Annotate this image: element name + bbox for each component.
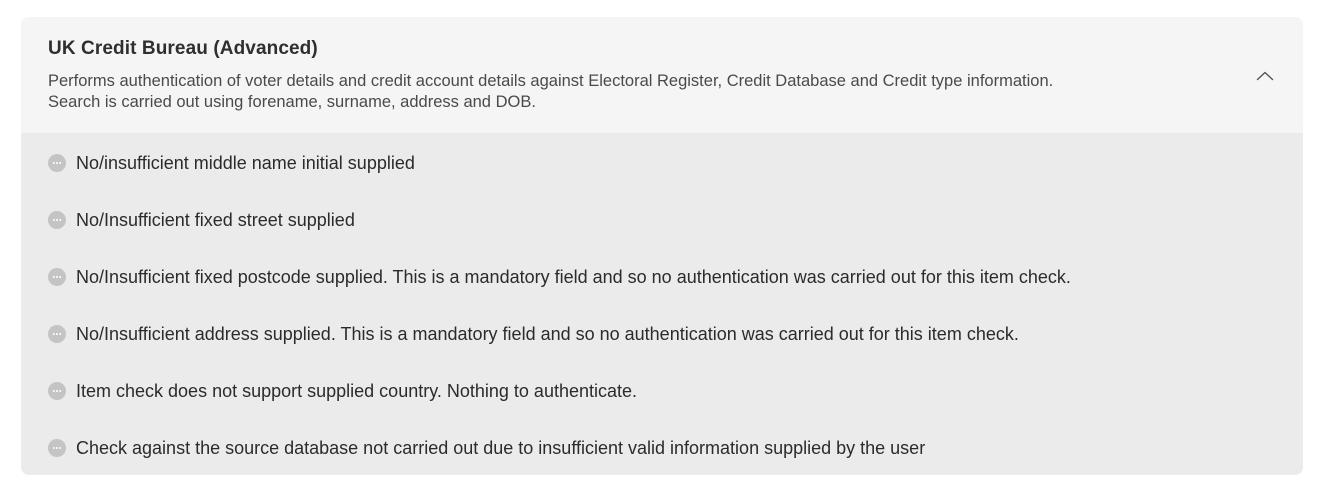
panel-description-line-1: Performs authentication of voter details… bbox=[48, 72, 1054, 90]
panel-description: Performs authentication of voter details… bbox=[48, 71, 1213, 113]
neutral-dots-icon bbox=[48, 381, 66, 400]
result-text: Item check does not support supplied cou… bbox=[76, 380, 638, 401]
result-item: Check against the source database not ca… bbox=[21, 419, 1303, 475]
neutral-dots-icon bbox=[48, 324, 66, 343]
result-text: No/Insufficient address supplied. This i… bbox=[76, 323, 1019, 344]
chevron-up-icon bbox=[1256, 71, 1274, 81]
credit-bureau-panel: UK Credit Bureau (Advanced) Performs aut… bbox=[21, 17, 1303, 475]
neutral-dots-icon bbox=[48, 210, 66, 229]
neutral-dots-icon bbox=[48, 438, 66, 457]
result-item: Item check does not support supplied cou… bbox=[21, 362, 1303, 419]
panel-title: UK Credit Bureau (Advanced) bbox=[48, 38, 318, 59]
collapse-toggle-button[interactable] bbox=[1253, 64, 1277, 88]
result-text: No/Insufficient fixed street supplied bbox=[76, 209, 355, 230]
panel-header[interactable]: UK Credit Bureau (Advanced) Performs aut… bbox=[21, 17, 1303, 133]
result-text: No/Insufficient fixed postcode supplied.… bbox=[76, 266, 1071, 287]
result-text: Check against the source database not ca… bbox=[76, 437, 926, 458]
result-item: No/Insufficient address supplied. This i… bbox=[21, 305, 1303, 362]
result-text: No/insufficient middle name initial supp… bbox=[76, 153, 415, 173]
result-item: No/Insufficient fixed postcode supplied.… bbox=[21, 248, 1303, 305]
neutral-dots-icon bbox=[48, 267, 66, 286]
panel-description-line-2: Search is carried out using forename, su… bbox=[48, 93, 536, 111]
result-list: No/insufficient middle name initial supp… bbox=[21, 133, 1303, 475]
neutral-dots-icon bbox=[48, 154, 66, 172]
result-item: No/insufficient middle name initial supp… bbox=[21, 133, 1303, 191]
result-item: No/Insufficient fixed street supplied bbox=[21, 191, 1303, 248]
